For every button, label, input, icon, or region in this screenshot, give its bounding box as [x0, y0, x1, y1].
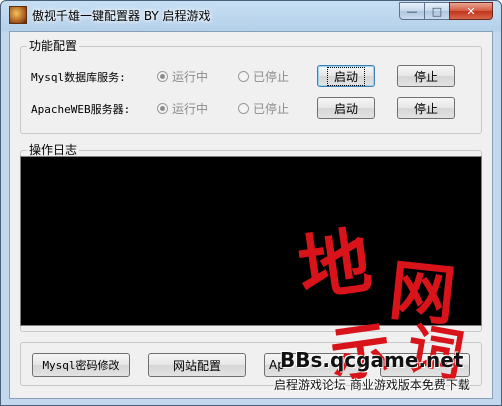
app-logo-icon: [9, 6, 27, 24]
mysql-running-label: 运行中: [172, 70, 209, 84]
apache-running-radio[interactable]: 运行中: [157, 100, 208, 117]
apache-config-label: Ap: [269, 358, 285, 372]
mysql-start-label: 启动: [326, 66, 365, 86]
title-bar[interactable]: 傲视千雄一键配置器 BY 启程游戏 — □ ✕: [1, 1, 501, 29]
apache-start-label: 启动: [333, 101, 358, 116]
mysql-password-button[interactable]: Mysql密码修改: [32, 353, 130, 377]
radio-selected-icon: [157, 71, 168, 82]
site-config-label: 网站配置: [172, 358, 221, 373]
apache-service-label: ApacheWEB服务器:: [31, 103, 131, 116]
mysql-stop-label: 停止: [413, 69, 438, 84]
operation-log-title: 操作日志: [27, 143, 80, 157]
function-config-group: 功能配置 Mysql数据库服务: 运行中 已停止 启动 停止 ApacheWEB…: [20, 39, 482, 134]
mysql-running-radio[interactable]: 运行中: [157, 68, 208, 85]
minimize-button[interactable]: —: [399, 2, 425, 20]
app-window: 傲视千雄一键配置器 BY 启程游戏 — □ ✕ 功能配置 Mysql数据库服务:…: [0, 0, 502, 406]
radio-selected-icon: [157, 103, 168, 114]
minimize-icon: —: [406, 4, 418, 18]
mysql-service-label: Mysql数据库服务:: [31, 71, 126, 84]
apache-running-label: 运行中: [172, 102, 209, 116]
radio-unselected-icon: [238, 71, 249, 82]
apache-config-button[interactable]: Ap: [264, 353, 362, 377]
mysql-start-button[interactable]: 启动: [317, 65, 375, 87]
client-area: 功能配置 Mysql数据库服务: 运行中 已停止 启动 停止 ApacheWEB…: [9, 31, 493, 399]
close-button[interactable]: ✕: [449, 2, 493, 20]
radio-unselected-icon: [238, 103, 249, 114]
operation-log-textarea[interactable]: [20, 156, 482, 326]
close-icon: ✕: [466, 4, 476, 18]
function-config-title: 功能配置: [27, 39, 80, 53]
extra-action-button[interactable]: [380, 353, 470, 377]
maximize-icon: □: [431, 4, 443, 18]
window-title: 傲视千雄一键配置器 BY 启程游戏: [32, 9, 211, 23]
apache-stop-button[interactable]: 停止: [397, 97, 455, 119]
mysql-stopped-radio[interactable]: 已停止: [238, 68, 289, 85]
mysql-stopped-label: 已停止: [253, 70, 290, 84]
mysql-password-label: Mysql密码修改: [42, 359, 120, 372]
apache-stopped-radio[interactable]: 已停止: [238, 100, 289, 117]
maximize-button[interactable]: □: [424, 2, 450, 20]
mysql-stop-button[interactable]: 停止: [397, 65, 455, 87]
apache-start-button[interactable]: 启动: [317, 97, 375, 119]
apache-stop-label: 停止: [413, 101, 438, 116]
site-config-button[interactable]: 网站配置: [148, 353, 246, 377]
apache-stopped-label: 已停止: [253, 102, 290, 116]
